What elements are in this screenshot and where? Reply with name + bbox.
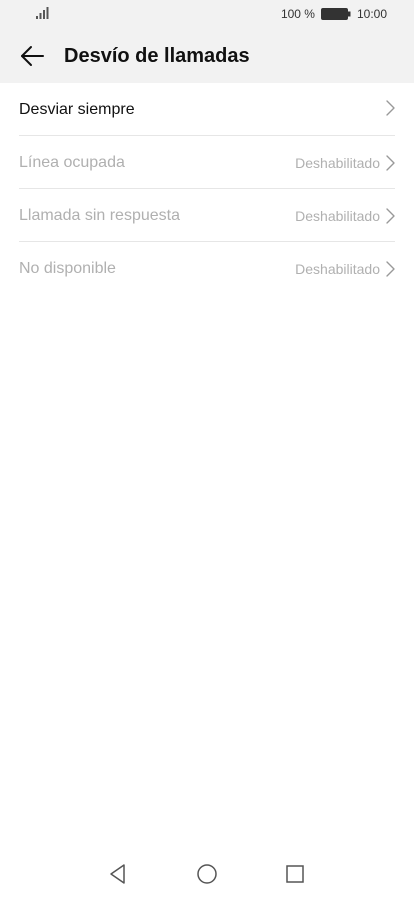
chevron-right-icon	[386, 208, 395, 224]
app-bar: Desvío de llamadas	[0, 28, 414, 83]
circle-home-icon[interactable]	[196, 863, 218, 885]
call-forwarding-list: Desviar siempre Línea ocupada Deshabilit…	[0, 83, 414, 295]
battery-icon	[320, 8, 351, 20]
page-title: Desvío de llamadas	[64, 45, 250, 67]
setting-value: Deshabilitado	[295, 261, 380, 277]
chevron-right-icon	[386, 155, 395, 171]
setting-value: Deshabilitado	[295, 155, 380, 171]
clock: 10:00	[356, 7, 387, 21]
signal-strength-icon	[36, 7, 50, 19]
setting-desviar-siempre[interactable]: Desviar siempre	[19, 83, 395, 136]
chevron-right-icon	[386, 261, 395, 277]
setting-label: Llamada sin respuesta	[19, 207, 180, 224]
status-bar: 100 % 10:00	[0, 0, 414, 28]
setting-label: Desviar siempre	[19, 101, 135, 118]
system-navigation-bar	[0, 855, 414, 895]
setting-label: Línea ocupada	[19, 154, 125, 171]
setting-linea-ocupada[interactable]: Línea ocupada Deshabilitado	[19, 136, 395, 189]
setting-llamada-sin-respuesta[interactable]: Llamada sin respuesta Deshabilitado	[19, 189, 395, 242]
setting-value: Deshabilitado	[295, 208, 380, 224]
chevron-right-icon	[386, 100, 395, 116]
battery-percentage: 100 %	[280, 7, 315, 21]
status-right: 100 % 10:00	[281, 7, 387, 21]
triangle-back-icon[interactable]	[107, 863, 129, 885]
setting-no-disponible[interactable]: No disponible Deshabilitado	[19, 242, 395, 295]
square-recent-icon[interactable]	[284, 863, 306, 885]
setting-label: No disponible	[19, 260, 116, 277]
arrow-left-icon[interactable]	[20, 44, 44, 68]
